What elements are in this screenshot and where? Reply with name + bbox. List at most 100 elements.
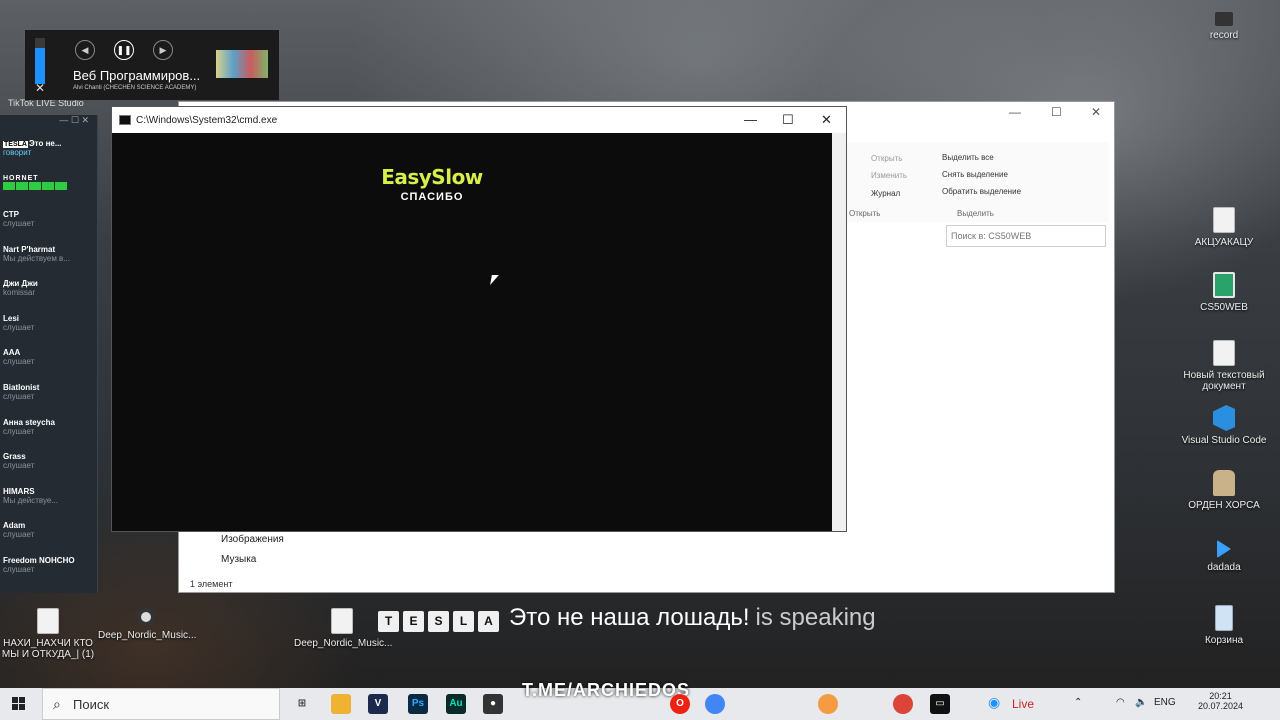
next-track-button[interactable]: ▶: [153, 40, 173, 60]
voice-user[interactable]: Lesi слушает: [3, 314, 34, 332]
ribbon-select-none[interactable]: Снять выделение: [942, 170, 1008, 179]
photoshop-taskbar-icon[interactable]: Ps: [408, 694, 428, 714]
voice-user-status: Мы действуем в...: [3, 253, 70, 263]
voice-user-status: слушает: [3, 530, 35, 540]
volume-slider[interactable]: [35, 38, 45, 84]
live-icon[interactable]: ◉: [988, 694, 1000, 711]
wifi-icon[interactable]: ◠: [1116, 697, 1125, 708]
voice-user[interactable]: Nart P'harmat Мы действуем в...: [3, 245, 70, 263]
cmd-window[interactable]: C:\Windows\System32\cmd.exe — ☐ ✕ EasySl…: [111, 106, 847, 532]
next-icon: ▶: [159, 44, 167, 55]
ribbon-history[interactable]: Журнал: [871, 189, 900, 198]
voice-user-name: Lesi: [3, 313, 20, 323]
voice-user[interactable]: Freedom NOHCHO слушает: [3, 556, 75, 574]
desktop-icon-orden-horsa[interactable]: ОРДЕН ХОРСА: [1176, 470, 1272, 511]
close-icon[interactable]: ✕: [35, 81, 45, 95]
taskbar: ⌕ Поиск ⊞ V Ps Au ● T.ME/ARCHIEDOS O ▭ ◉…: [0, 680, 1280, 720]
tag-letter-tile: E: [403, 611, 424, 632]
watermark-text: T.ME/ARCHIEDOS: [522, 680, 691, 700]
nav-item-music[interactable]: Музыка: [221, 554, 256, 565]
previous-track-button[interactable]: ◀: [75, 40, 95, 60]
pause-icon: ❚❚: [116, 44, 132, 55]
tag-letter-tile: T: [378, 611, 399, 632]
opera-taskbar-icon[interactable]: O: [670, 694, 690, 714]
tag-letter-tile: A: [478, 611, 499, 632]
text-document-icon: [1213, 340, 1235, 366]
voice-user[interactable]: AAA слушает: [3, 348, 34, 366]
file-explorer-taskbar-icon[interactable]: [331, 694, 351, 714]
taskbar-clock[interactable]: 20:21 20.07.2024: [1198, 691, 1243, 711]
previous-icon: ◀: [81, 44, 89, 55]
voice-user[interactable]: Adam слушает: [3, 521, 34, 539]
vscode-icon: [1213, 405, 1235, 431]
voice-user-name: Adam: [3, 521, 26, 531]
nav-item-images[interactable]: Изображения: [221, 534, 284, 545]
voice-user-status: komissar: [3, 288, 36, 298]
recycle-bin-icon: [1215, 605, 1233, 631]
obs-taskbar-icon[interactable]: ●: [483, 694, 503, 714]
speaker-tag-tiles: TESLA: [378, 604, 503, 632]
explorer-minimize-button[interactable]: —: [1009, 105, 1021, 119]
cmd-maximize-button[interactable]: ☐: [782, 112, 794, 128]
cmd-title: C:\Windows\System32\cmd.exe: [136, 114, 278, 126]
chrome-profile-taskbar-icon[interactable]: [893, 694, 913, 714]
voice-user-name: Biatlonist: [3, 383, 40, 392]
voice-user-status: слушает: [3, 392, 35, 401]
voice-user-name: Grass: [3, 452, 26, 462]
tag-letter-tile: S: [428, 611, 449, 632]
ribbon-open[interactable]: Открыть: [871, 154, 902, 163]
panel-window-controls[interactable]: — ☐ ✕: [0, 115, 97, 131]
desktop-icon-vscode[interactable]: Visual Studio Code: [1176, 405, 1272, 446]
voice-user[interactable]: CTP слушает: [3, 210, 34, 228]
cmd-minimize-button[interactable]: —: [744, 112, 757, 127]
live-label[interactable]: Live: [1012, 697, 1034, 711]
tray-chevron-icon[interactable]: ⌃: [1074, 697, 1082, 708]
taskbar-search-input[interactable]: ⌕ Поиск: [42, 688, 280, 720]
ribbon-invert-selection[interactable]: Обратить выделение: [942, 187, 1021, 196]
start-button[interactable]: [12, 697, 26, 711]
task-view-icon[interactable]: ⊞: [292, 694, 312, 714]
search-icon: ⌕: [53, 696, 61, 712]
desktop-icon-deep-nordic-1[interactable]: Deep_Nordic_Music...: [98, 608, 196, 641]
desktop-icon-deep-nordic-2[interactable]: Deep_Nordic_Music...: [294, 608, 392, 649]
pause-button[interactable]: ❚❚: [114, 40, 134, 60]
language-indicator[interactable]: ENG: [1154, 697, 1176, 708]
audition-taskbar-icon[interactable]: Au: [446, 694, 466, 714]
voice-speaker[interactable]: TESLA Это не... говорит: [3, 139, 62, 157]
explorer-maximize-button[interactable]: ☐: [1051, 105, 1062, 119]
play-icon: [1217, 540, 1231, 558]
voice-user[interactable]: Grass слушает: [3, 452, 34, 470]
voice-user-name: Freedom NOHCHO: [3, 556, 75, 565]
desktop-icon-recycle-bin[interactable]: Корзина: [1176, 605, 1272, 646]
app-taskbar-icon[interactable]: [818, 694, 838, 714]
ribbon-select-all[interactable]: Выделить все: [942, 153, 994, 162]
cmd-taskbar-icon[interactable]: ▭: [930, 694, 950, 714]
ribbon-select-group: Выделить: [957, 209, 994, 218]
voice-user[interactable]: Анна steycha слушает: [3, 418, 55, 436]
desktop-icon-new-text-doc[interactable]: Новый текстовый документ: [1176, 340, 1272, 392]
desktop-icon-cs50web[interactable]: CS50WEB: [1176, 272, 1272, 313]
ribbon-edit[interactable]: Изменить: [871, 171, 907, 180]
speaking-suffix: is speaking: [755, 604, 876, 631]
cmd-banner: EasySlow: [381, 165, 483, 189]
voice-user[interactable]: Biatlonist слушает: [3, 383, 39, 401]
cmd-scrollbar[interactable]: [832, 133, 846, 531]
desktop-icon-dadada[interactable]: dadada: [1176, 540, 1272, 573]
desktop-icon-nakhi[interactable]: НАХИ_НАХЧИ КТО МЫ И ОТКУДА_| (1): [0, 608, 96, 660]
voice-user[interactable]: HIMARS Мы действуе...: [3, 487, 58, 505]
vegas-taskbar-icon[interactable]: V: [368, 694, 388, 714]
voice-user[interactable]: Джи Джи komissar: [3, 279, 38, 297]
voice-user-name: Джи Джи: [3, 279, 38, 289]
cmd-close-button[interactable]: ✕: [821, 112, 832, 128]
desktop-icon-record[interactable]: record: [1176, 12, 1272, 41]
volume-icon[interactable]: 🔈: [1135, 697, 1147, 708]
tesla-tag: TESLA: [3, 141, 28, 148]
chrome-taskbar-icon[interactable]: [705, 694, 725, 714]
cmd-title-bar[interactable]: C:\Windows\System32\cmd.exe — ☐ ✕: [112, 107, 846, 133]
voice-user-status: слушает: [3, 357, 35, 367]
explorer-close-button[interactable]: ✕: [1091, 105, 1101, 119]
hornet-badges: [3, 182, 68, 192]
desktop-icon-akcuakacu[interactable]: АКЦУАКАЦУ: [1176, 207, 1272, 248]
explorer-search-input[interactable]: Поиск в: CS50WEB: [946, 225, 1106, 247]
record-icon: [1215, 12, 1233, 26]
